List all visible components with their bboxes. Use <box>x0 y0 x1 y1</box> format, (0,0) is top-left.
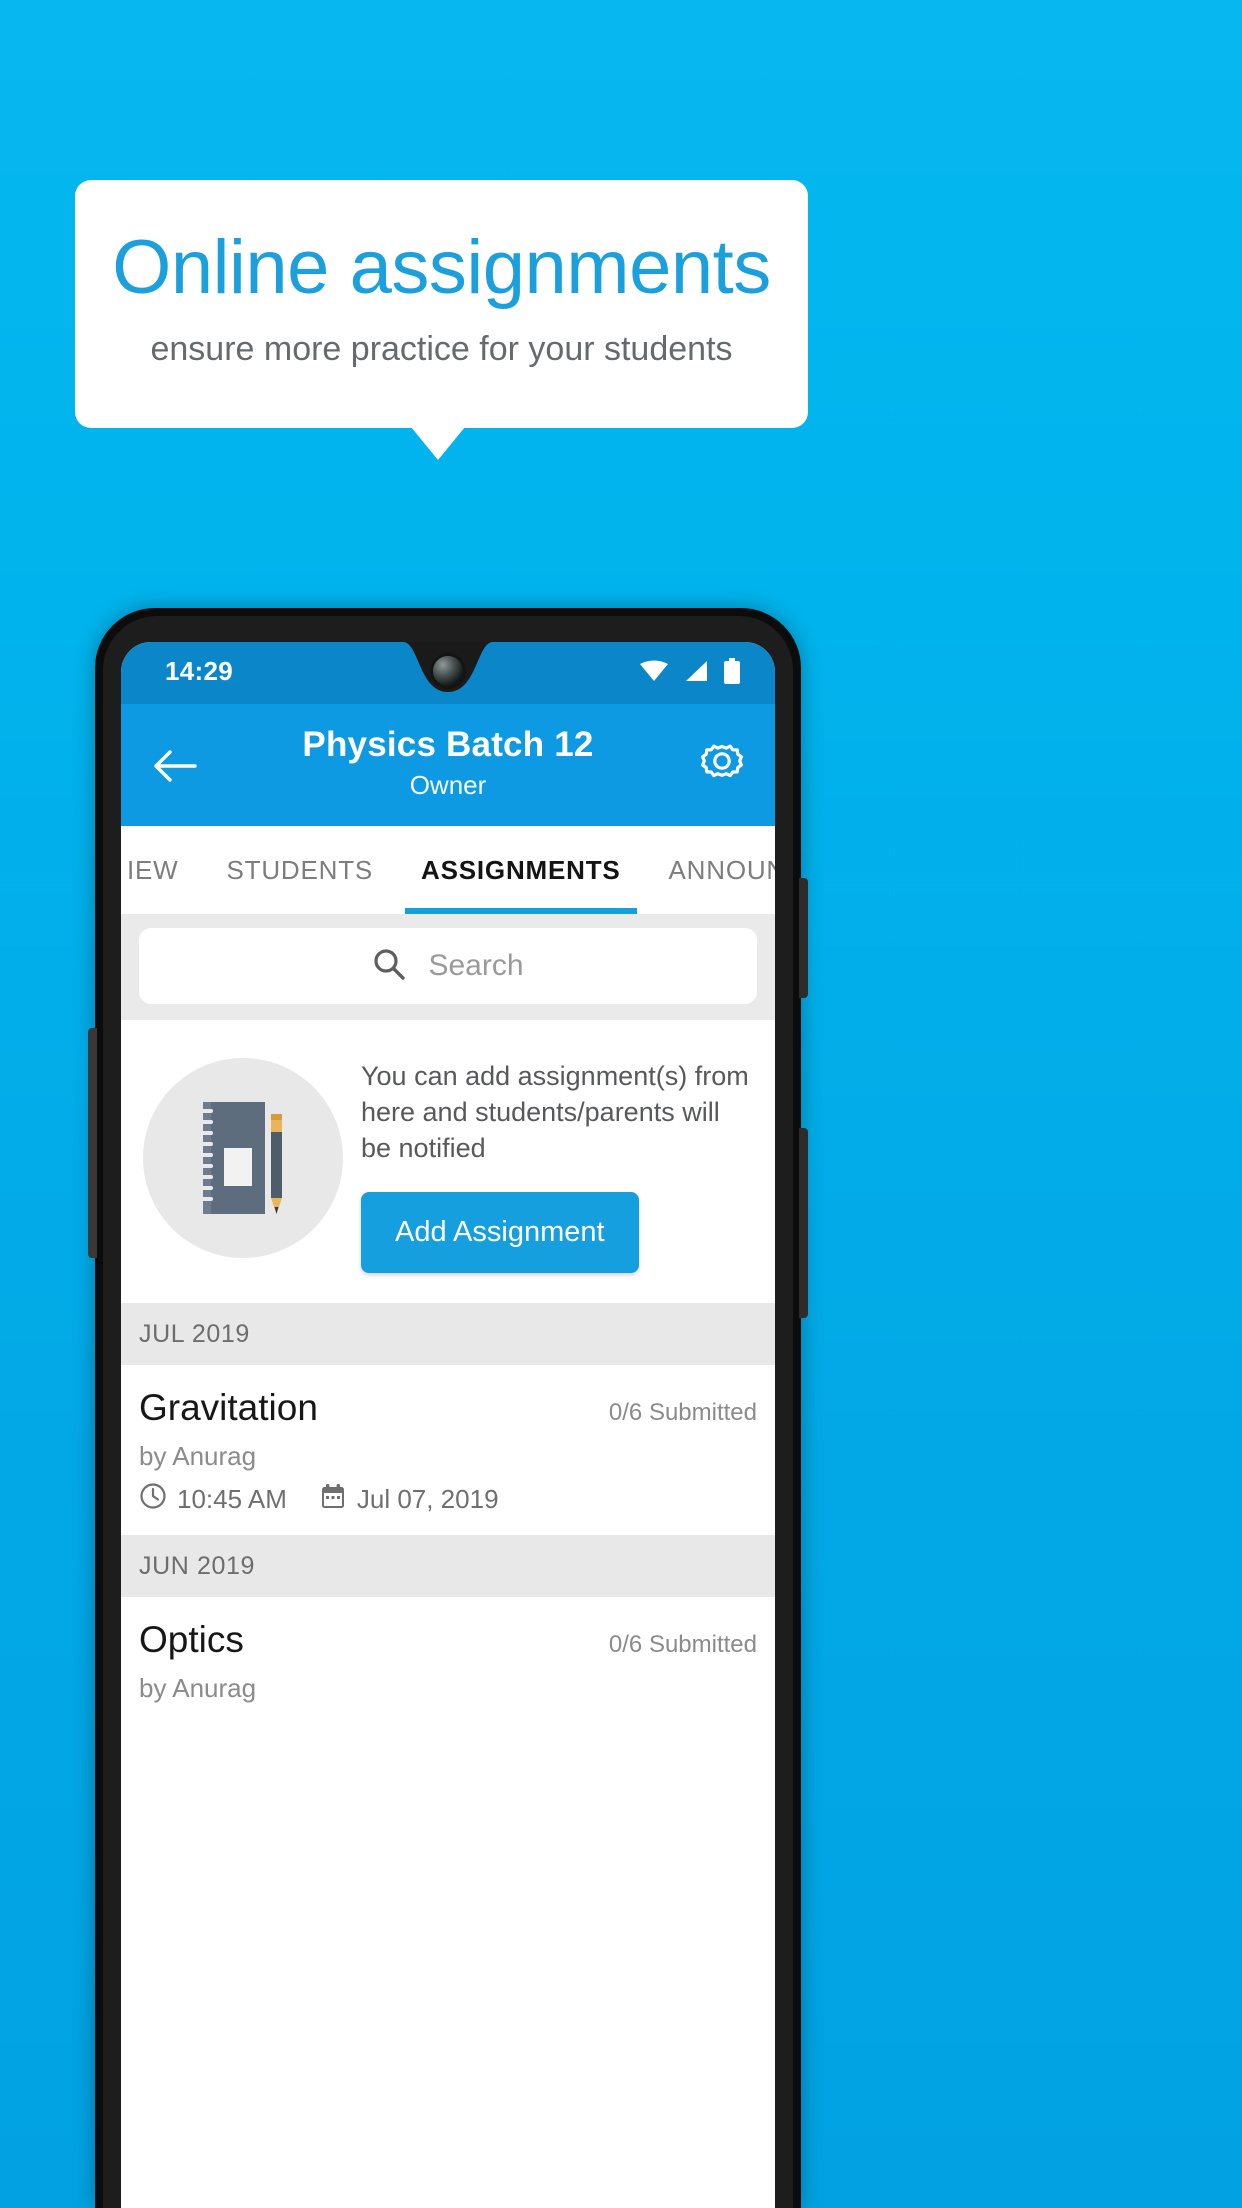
assignment-submitted-count: 0/6 Submitted <box>608 1631 757 1658</box>
status-bar-clock: 14:29 <box>165 656 233 686</box>
assignment-row-header: Optics 0/6 Submitted <box>139 1619 757 1661</box>
search-placeholder: Search <box>428 949 524 982</box>
app-bar-titles: Physics Batch 12 Owner <box>121 722 775 802</box>
front-camera-icon <box>433 656 463 686</box>
assignment-title: Optics <box>139 1619 244 1660</box>
phone-screen: 14:29 Physics Batch 12 Owner IEW STUDENT… <box>121 642 775 2208</box>
assignment-time: 10:45 AM <box>177 1484 287 1514</box>
promo-title: Online assignments <box>112 225 771 310</box>
phone-mockup: 14:29 Physics Batch 12 Owner IEW STUDENT… <box>88 608 808 2208</box>
assignment-date: Jul 07, 2019 <box>356 1484 499 1514</box>
promo-bubble-tail <box>411 427 465 460</box>
search-icon <box>372 947 406 986</box>
promo-callout-bubble: Online assignments ensure more practice … <box>75 180 808 428</box>
wifi-icon <box>639 659 669 688</box>
assignment-title: Gravitation <box>139 1387 318 1428</box>
assignment-row-header: Gravitation 0/6 Submitted <box>139 1387 757 1429</box>
search-container: Search <box>121 914 775 1020</box>
page-title: Physics Batch 12 <box>302 725 594 764</box>
assignment-author: by Anurag <box>139 1441 257 1471</box>
assignment-meta: 10:45 AM Jul 07, 2019 <box>139 1482 757 1517</box>
phone-notch <box>373 642 523 704</box>
empty-state-message: You can add assignment(s) from here and … <box>361 1061 749 1163</box>
app-bar: Physics Batch 12 Owner <box>121 704 775 826</box>
assignment-item-gravitation[interactable]: Gravitation 0/6 Submitted by Anurag 10:4… <box>121 1365 775 1535</box>
assignment-submitted-count: 0/6 Submitted <box>608 1399 757 1426</box>
clock-icon <box>139 1482 167 1517</box>
phone-volume-button[interactable] <box>799 1128 808 1318</box>
settings-button[interactable] <box>693 736 751 794</box>
tab-overview[interactable]: IEW <box>121 826 203 914</box>
month-header-jul: JUL 2019 <box>121 1303 775 1365</box>
battery-icon <box>723 658 741 689</box>
add-assignment-button[interactable]: Add Assignment <box>361 1192 639 1273</box>
search-input[interactable]: Search <box>139 928 757 1004</box>
page-subtitle: Owner <box>409 770 487 800</box>
month-header-jun: JUN 2019 <box>121 1535 775 1597</box>
signal-icon <box>683 659 709 688</box>
empty-state-right: You can add assignment(s) from here and … <box>361 1042 753 1273</box>
calendar-icon <box>319 1482 347 1517</box>
promo-screenshot: Online assignments ensure more practice … <box>0 0 1242 2208</box>
status-bar: 14:29 <box>121 642 775 704</box>
notebook-and-pen-icon <box>143 1058 343 1258</box>
promo-subtitle: ensure more practice for your students <box>150 330 733 368</box>
tab-students[interactable]: STUDENTS <box>203 826 398 914</box>
tab-announcements[interactable]: ANNOUNCEM <box>645 826 775 914</box>
phone-power-button[interactable] <box>799 878 808 998</box>
empty-state-card: You can add assignment(s) from here and … <box>121 1020 775 1303</box>
gear-icon <box>701 744 743 778</box>
phone-sim-tray[interactable] <box>88 1028 97 1258</box>
tab-bar[interactable]: IEW STUDENTS ASSIGNMENTS ANNOUNCEM <box>121 826 775 914</box>
tab-assignments[interactable]: ASSIGNMENTS <box>397 826 644 914</box>
assignment-item-optics[interactable]: Optics 0/6 Submitted by Anurag <box>121 1597 775 1722</box>
status-bar-icons <box>639 658 741 689</box>
assignment-author: by Anurag <box>139 1673 257 1703</box>
